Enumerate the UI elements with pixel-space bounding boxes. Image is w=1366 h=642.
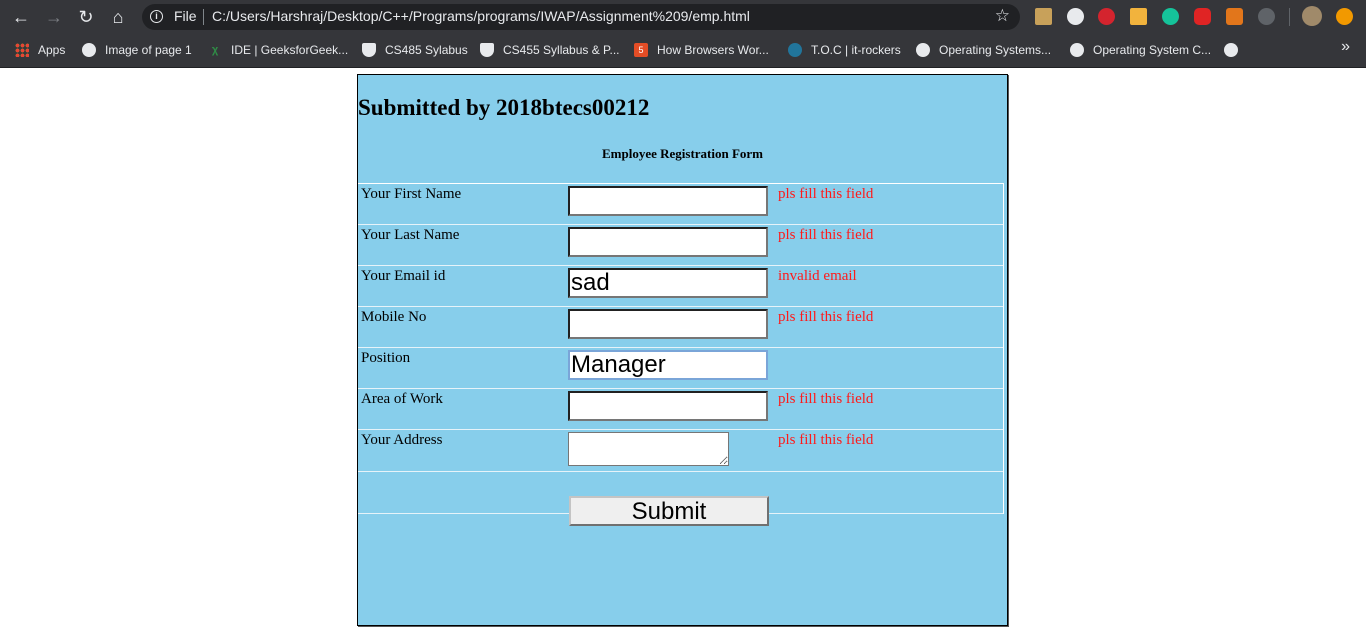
- area-of-work-error: pls fill this field: [778, 389, 1003, 430]
- bookmark-label: Operating Systems...: [939, 43, 1052, 57]
- last-name-row: Your Last Name pls fill this field: [358, 225, 1003, 266]
- email-row: Your Email id invalid email: [358, 266, 1003, 307]
- email-label: Your Email id: [358, 266, 568, 307]
- position-input[interactable]: [568, 350, 768, 380]
- shield-icon: [362, 43, 376, 57]
- first-name-label: Your First Name: [358, 184, 568, 225]
- globe-icon: [82, 43, 96, 57]
- extension-1-icon[interactable]: [1035, 8, 1052, 25]
- mobile-row: Mobile No pls fill this field: [358, 307, 1003, 348]
- scheme-label: File: [174, 8, 197, 24]
- form-caption: Employee Registration Form: [601, 146, 764, 161]
- last-name-label: Your Last Name: [358, 225, 568, 266]
- bookmark-how-browsers-work[interactable]: 5 How Browsers Wor...: [634, 40, 769, 60]
- extension-2-icon[interactable]: [1067, 8, 1084, 25]
- info-icon[interactable]: i: [150, 10, 163, 23]
- address-row: Your Address pls fill this field: [358, 430, 1003, 472]
- extension-3-icon[interactable]: [1098, 8, 1115, 25]
- bookmarks-bar: Apps Image of page 1 χ IDE | GeeksforGee…: [0, 34, 1366, 68]
- globe-icon: [1224, 43, 1238, 57]
- globe-icon: [1070, 43, 1084, 57]
- geeksforgeeks-icon: χ: [211, 44, 219, 56]
- area-of-work-input[interactable]: [568, 391, 768, 421]
- html5-icon: 5: [634, 43, 648, 57]
- extension-8-icon[interactable]: [1258, 8, 1275, 25]
- bookmark-label: IDE | GeeksforGeek...: [231, 43, 349, 57]
- bookmark-operating-system-c[interactable]: Operating System C...: [1070, 40, 1211, 60]
- position-row: Position: [358, 348, 1003, 389]
- mobile-error: pls fill this field: [778, 307, 1003, 348]
- update-alert-icon[interactable]: [1336, 8, 1353, 25]
- submit-button[interactable]: Submit: [569, 496, 769, 526]
- first-name-row: Your First Name pls fill this field: [358, 184, 1003, 225]
- mobile-label: Mobile No: [358, 307, 568, 348]
- bookmark-label: Image of page 1: [105, 43, 192, 57]
- bookmark-label: How Browsers Wor...: [657, 43, 769, 57]
- address-label: Your Address: [358, 430, 568, 472]
- bookmark-geeksforgeeks[interactable]: χ IDE | GeeksforGeek...: [208, 40, 348, 60]
- extension-4-icon[interactable]: [1130, 8, 1147, 25]
- address-bar[interactable]: i File C:/Users/Harshraj/Desktop/C++/Pro…: [142, 4, 1020, 30]
- address-error: pls fill this field: [778, 430, 1003, 472]
- registration-table: Your First Name pls fill this field Your…: [358, 183, 1004, 514]
- bookmark-apps[interactable]: Apps: [15, 40, 65, 60]
- back-arrow-icon[interactable]: ←: [9, 5, 33, 29]
- position-error: [778, 348, 1003, 389]
- shield-icon: [480, 43, 494, 57]
- bookmark-image-of-page-1[interactable]: Image of page 1: [82, 40, 192, 60]
- extension-6-icon[interactable]: [1194, 8, 1211, 25]
- globe-icon: [916, 43, 930, 57]
- last-name-error: pls fill this field: [778, 225, 1003, 266]
- area-of-work-label: Area of Work: [358, 389, 568, 430]
- metamask-fox-icon[interactable]: [1226, 8, 1243, 25]
- toolbar-divider: [1289, 8, 1290, 26]
- area-of-work-row: Area of Work pls fill this field: [358, 389, 1003, 430]
- bookmark-cs455[interactable]: CS455 Syllabus & P...: [480, 40, 620, 60]
- position-label: Position: [358, 348, 568, 389]
- bookmark-label: Operating System C...: [1093, 43, 1212, 57]
- first-name-error: pls fill this field: [778, 184, 1003, 225]
- address-textarea[interactable]: [568, 432, 729, 466]
- bookmark-label: CS485 Sylabus: [385, 43, 468, 57]
- email-input[interactable]: [568, 268, 768, 298]
- more-bookmarks-chevron-icon[interactable]: »: [1341, 38, 1350, 56]
- reload-icon[interactable]: ↻: [74, 5, 98, 29]
- bookmark-star-icon[interactable]: ☆: [995, 6, 1010, 26]
- browser-toolbar: ← → ↻ ⌂ i File C:/Users/Harshraj/Desktop…: [0, 0, 1366, 34]
- form-panel: Submitted by 2018btecs00212 Employee Reg…: [357, 74, 1008, 626]
- wordpress-icon: [788, 43, 802, 57]
- home-icon[interactable]: ⌂: [106, 5, 130, 29]
- page-heading: Submitted by 2018btecs00212: [358, 95, 650, 120]
- bookmark-untitled[interactable]: [1224, 40, 1247, 60]
- url-text[interactable]: C:/Users/Harshraj/Desktop/C++/Programs/p…: [212, 8, 750, 24]
- bookmark-cs485[interactable]: CS485 Sylabus: [362, 40, 468, 60]
- bookmark-label: T.O.C | it-rockers: [811, 43, 901, 57]
- email-error: invalid email: [778, 266, 1003, 307]
- bookmark-label: CS455 Syllabus & P...: [503, 43, 620, 57]
- bookmark-toc-it-rockers[interactable]: T.O.C | it-rockers: [788, 40, 901, 60]
- bookmark-label: Apps: [38, 43, 66, 57]
- grammarly-icon[interactable]: [1162, 8, 1179, 25]
- bookmark-operating-systems[interactable]: Operating Systems...: [916, 40, 1051, 60]
- omnibox-separator: [203, 9, 204, 25]
- first-name-input[interactable]: [568, 186, 768, 216]
- mobile-input[interactable]: [568, 309, 768, 339]
- forward-arrow-icon[interactable]: →: [42, 5, 66, 29]
- profile-avatar[interactable]: [1302, 6, 1322, 26]
- apps-grid-icon: [15, 43, 29, 57]
- last-name-input[interactable]: [568, 227, 768, 257]
